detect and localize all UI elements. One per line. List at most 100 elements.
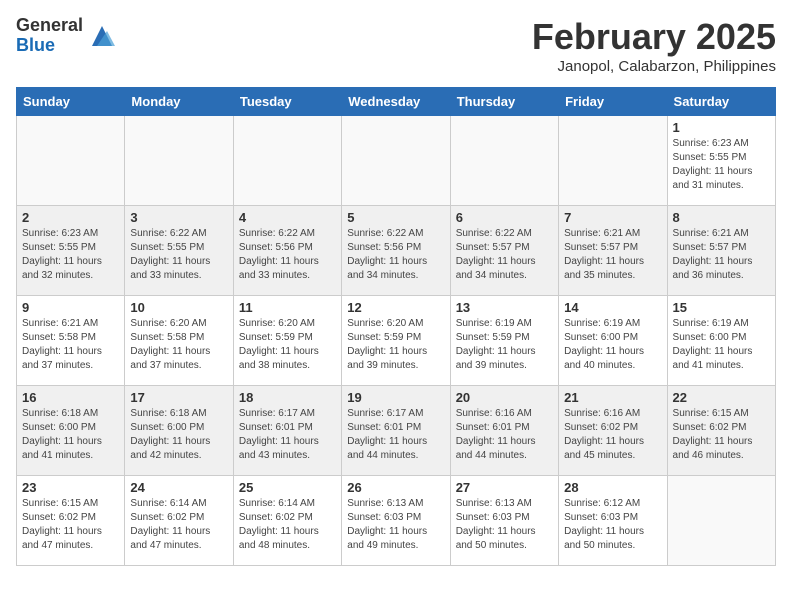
day-info: Sunrise: 6:19 AM Sunset: 6:00 PM Dayligh…: [673, 317, 770, 373]
calendar-cell: 5 Sunrise: 6:22 AM Sunset: 5:56 PM Daylig…: [342, 206, 450, 296]
day-number: 24: [130, 480, 227, 495]
day-info: Sunrise: 6:22 AM Sunset: 5:55 PM Dayligh…: [130, 227, 227, 283]
day-number: 18: [239, 390, 336, 405]
day-info: Sunrise: 6:22 AM Sunset: 5:56 PM Dayligh…: [239, 227, 336, 283]
day-info: Sunrise: 6:16 AM Sunset: 6:02 PM Dayligh…: [564, 407, 661, 463]
day-info: Sunrise: 6:14 AM Sunset: 6:02 PM Dayligh…: [130, 497, 227, 553]
calendar-week-2: 2 Sunrise: 6:23 AM Sunset: 5:55 PM Daylig…: [17, 206, 776, 296]
calendar-cell: 6 Sunrise: 6:22 AM Sunset: 5:57 PM Daylig…: [450, 206, 558, 296]
calendar-cell: [342, 116, 450, 206]
day-info: Sunrise: 6:16 AM Sunset: 6:01 PM Dayligh…: [456, 407, 553, 463]
weekday-header-sunday: Sunday: [17, 88, 125, 116]
calendar-cell: 4 Sunrise: 6:22 AM Sunset: 5:56 PM Daylig…: [233, 206, 341, 296]
day-number: 4: [239, 210, 336, 225]
day-number: 9: [22, 300, 119, 315]
day-number: 5: [347, 210, 444, 225]
calendar-cell: 12 Sunrise: 6:20 AM Sunset: 5:59 PM Dayli…: [342, 296, 450, 386]
calendar-cell: 19Sunrise: 6:17 AM Sunset: 6:01 PM Dayli…: [342, 386, 450, 476]
calendar-cell: 28 Sunrise: 6:12 AM Sunset: 6:03 PM Dayli…: [559, 476, 667, 566]
logo-general-text: General: [16, 16, 83, 36]
calendar-header-row: SundayMondayTuesdayWednesdayThursdayFrid…: [17, 88, 776, 116]
calendar-cell: 9 Sunrise: 6:21 AM Sunset: 5:58 PM Daylig…: [17, 296, 125, 386]
day-info: Sunrise: 6:20 AM Sunset: 5:59 PM Dayligh…: [239, 317, 336, 373]
logo-blue-text: Blue: [16, 36, 83, 56]
day-number: 20: [456, 390, 553, 405]
day-info: Sunrise: 6:13 AM Sunset: 6:03 PM Dayligh…: [347, 497, 444, 553]
calendar-week-4: 16 Sunrise: 6:18 AM Sunset: 6:00 PM Dayli…: [17, 386, 776, 476]
day-number: 16: [22, 390, 119, 405]
calendar-cell: 22 Sunrise: 6:15 AM Sunset: 6:02 PM Dayli…: [667, 386, 775, 476]
day-info: Sunrise: 6:17 AM Sunset: 6:01 PM Dayligh…: [239, 407, 336, 463]
day-number: 15: [673, 300, 770, 315]
calendar-cell: 14 Sunrise: 6:19 AM Sunset: 6:00 PM Dayli…: [559, 296, 667, 386]
calendar-cell: 27 Sunrise: 6:13 AM Sunset: 6:03 PM Dayli…: [450, 476, 558, 566]
calendar-cell: 17Sunrise: 6:18 AM Sunset: 6:00 PM Dayli…: [125, 386, 233, 476]
day-number: 8: [673, 210, 770, 225]
day-info: Sunrise: 6:23 AM Sunset: 5:55 PM Dayligh…: [673, 137, 770, 193]
day-info: Sunrise: 6:21 AM Sunset: 5:57 PM Dayligh…: [564, 227, 661, 283]
calendar-cell: 16 Sunrise: 6:18 AM Sunset: 6:00 PM Dayli…: [17, 386, 125, 476]
calendar-week-1: 1 Sunrise: 6:23 AM Sunset: 5:55 PM Daylig…: [17, 116, 776, 206]
day-number: 3: [130, 210, 227, 225]
calendar-cell: 8 Sunrise: 6:21 AM Sunset: 5:57 PM Daylig…: [667, 206, 775, 296]
day-info: Sunrise: 6:14 AM Sunset: 6:02 PM Dayligh…: [239, 497, 336, 553]
day-number: 14: [564, 300, 661, 315]
day-info: Sunrise: 6:15 AM Sunset: 6:02 PM Dayligh…: [673, 407, 770, 463]
day-number: 12: [347, 300, 444, 315]
calendar-cell: 13 Sunrise: 6:19 AM Sunset: 5:59 PM Dayli…: [450, 296, 558, 386]
day-info: Sunrise: 6:19 AM Sunset: 5:59 PM Dayligh…: [456, 317, 553, 373]
weekday-header-tuesday: Tuesday: [233, 88, 341, 116]
day-number: 7: [564, 210, 661, 225]
title-area: February 2025 Janopol, Calabarzon, Phili…: [532, 16, 776, 75]
calendar-week-5: 23Sunrise: 6:15 AM Sunset: 6:02 PM Dayli…: [17, 476, 776, 566]
calendar-cell: 7 Sunrise: 6:21 AM Sunset: 5:57 PM Daylig…: [559, 206, 667, 296]
day-info: Sunrise: 6:12 AM Sunset: 6:03 PM Dayligh…: [564, 497, 661, 553]
day-number: 1: [673, 120, 770, 135]
day-number: 10: [130, 300, 227, 315]
calendar-cell: 21 Sunrise: 6:16 AM Sunset: 6:02 PM Dayli…: [559, 386, 667, 476]
day-info: Sunrise: 6:20 AM Sunset: 5:59 PM Dayligh…: [347, 317, 444, 373]
day-info: Sunrise: 6:18 AM Sunset: 6:00 PM Dayligh…: [130, 407, 227, 463]
day-info: Sunrise: 6:20 AM Sunset: 5:58 PM Dayligh…: [130, 317, 227, 373]
calendar-cell: 15 Sunrise: 6:19 AM Sunset: 6:00 PM Dayli…: [667, 296, 775, 386]
day-info: Sunrise: 6:23 AM Sunset: 5:55 PM Dayligh…: [22, 227, 119, 283]
calendar-cell: [233, 116, 341, 206]
day-info: Sunrise: 6:19 AM Sunset: 6:00 PM Dayligh…: [564, 317, 661, 373]
page-header: General Blue February 2025 Janopol, Cala…: [16, 16, 776, 75]
calendar-table: SundayMondayTuesdayWednesdayThursdayFrid…: [16, 87, 776, 566]
day-number: 6: [456, 210, 553, 225]
day-number: 11: [239, 300, 336, 315]
calendar-cell: 2 Sunrise: 6:23 AM Sunset: 5:55 PM Daylig…: [17, 206, 125, 296]
day-number: 13: [456, 300, 553, 315]
month-title: February 2025: [532, 16, 776, 58]
calendar-cell: 18 Sunrise: 6:17 AM Sunset: 6:01 PM Dayli…: [233, 386, 341, 476]
calendar-cell: [667, 476, 775, 566]
day-number: 26: [347, 480, 444, 495]
day-info: Sunrise: 6:21 AM Sunset: 5:58 PM Dayligh…: [22, 317, 119, 373]
calendar-cell: [559, 116, 667, 206]
day-number: 23: [22, 480, 119, 495]
calendar-cell: [125, 116, 233, 206]
day-number: 27: [456, 480, 553, 495]
day-number: 2: [22, 210, 119, 225]
day-number: 22: [673, 390, 770, 405]
logo-icon: [87, 21, 117, 51]
day-info: Sunrise: 6:21 AM Sunset: 5:57 PM Dayligh…: [673, 227, 770, 283]
day-info: Sunrise: 6:22 AM Sunset: 5:56 PM Dayligh…: [347, 227, 444, 283]
weekday-header-saturday: Saturday: [667, 88, 775, 116]
calendar-cell: 24 Sunrise: 6:14 AM Sunset: 6:02 PM Dayli…: [125, 476, 233, 566]
calendar-cell: 20 Sunrise: 6:16 AM Sunset: 6:01 PM Dayli…: [450, 386, 558, 476]
day-number: 25: [239, 480, 336, 495]
day-info: Sunrise: 6:13 AM Sunset: 6:03 PM Dayligh…: [456, 497, 553, 553]
calendar-cell: [450, 116, 558, 206]
day-info: Sunrise: 6:18 AM Sunset: 6:00 PM Dayligh…: [22, 407, 119, 463]
calendar-week-3: 9 Sunrise: 6:21 AM Sunset: 5:58 PM Daylig…: [17, 296, 776, 386]
calendar-cell: 25 Sunrise: 6:14 AM Sunset: 6:02 PM Dayli…: [233, 476, 341, 566]
day-info: Sunrise: 6:22 AM Sunset: 5:57 PM Dayligh…: [456, 227, 553, 283]
calendar-cell: [17, 116, 125, 206]
calendar-cell: 1 Sunrise: 6:23 AM Sunset: 5:55 PM Daylig…: [667, 116, 775, 206]
weekday-header-friday: Friday: [559, 88, 667, 116]
day-number: 21: [564, 390, 661, 405]
day-number: 28: [564, 480, 661, 495]
weekday-header-thursday: Thursday: [450, 88, 558, 116]
